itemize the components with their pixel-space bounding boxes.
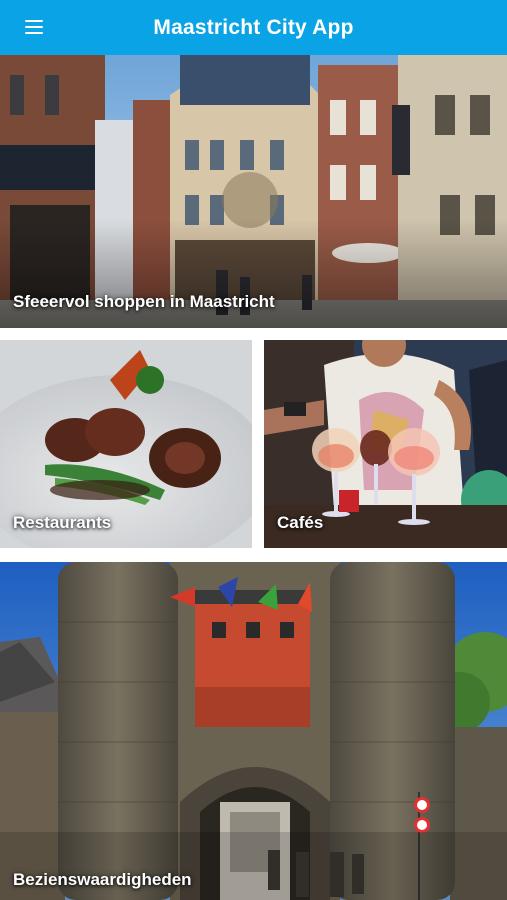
app-header: Maastricht City App (0, 0, 507, 55)
helpoort-city-gate-photo (0, 562, 507, 900)
tile-label-sights: Bezienswaardigheden (13, 870, 192, 889)
tile-sights[interactable]: Bezienswaardigheden (0, 562, 507, 900)
shopping-street-photo (0, 55, 507, 328)
tile-label-cafes: Cafés (277, 513, 324, 532)
tile-restaurants[interactable]: Restaurants (0, 340, 252, 548)
app-title: Maastricht City App (153, 16, 354, 39)
tile-shopping[interactable]: Sfeeervol shoppen in Maastricht (0, 55, 507, 328)
tile-label-restaurants: Restaurants (13, 513, 112, 532)
tile-cafes[interactable]: Cafés (264, 340, 507, 548)
tile-label-shopping: Sfeeervol shoppen in Maastricht (13, 292, 275, 311)
